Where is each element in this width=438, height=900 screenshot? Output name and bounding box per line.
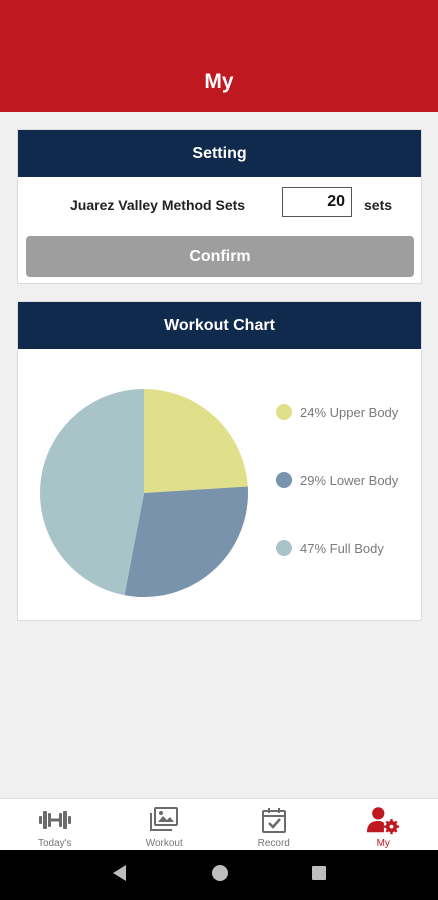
setting-header: Setting — [18, 130, 421, 177]
dumbbell-icon — [38, 805, 72, 835]
nav-label: Today's — [37, 838, 72, 849]
legend-label: 47% Full Body — [300, 540, 384, 556]
legend-item-lower-body: 29% Lower Body — [276, 468, 398, 492]
home-icon[interactable] — [211, 864, 229, 887]
nav-label: Workout — [145, 838, 183, 849]
legend-item-full-body: 47% Full Body — [276, 536, 398, 560]
nav-item-record[interactable]: Record — [219, 799, 329, 850]
confirm-button[interactable]: Confirm — [26, 236, 414, 277]
recents-icon[interactable] — [311, 865, 327, 886]
app-bar: My — [0, 0, 438, 112]
system-nav-bar — [0, 850, 438, 900]
nav-item-workout[interactable]: Workout — [110, 799, 220, 850]
sets-input[interactable] — [282, 187, 352, 217]
legend-label: 24% Upper Body — [300, 404, 399, 420]
setting-card: Setting Juarez Valley Method Sets sets C… — [17, 129, 422, 284]
nav-label: My — [376, 838, 390, 849]
pie-chart — [39, 389, 248, 597]
pie-slice-upper-body — [144, 389, 248, 493]
calendar-check-icon — [257, 805, 291, 835]
bottom-nav: Today's Workout Record My — [0, 798, 438, 850]
legend-dot — [276, 540, 292, 556]
legend-dot — [276, 404, 292, 420]
pie-slice-lower-body — [124, 486, 248, 597]
image-gallery-icon — [147, 805, 181, 835]
page-title: My — [204, 70, 234, 93]
legend-item-upper-body: 24% Upper Body — [276, 400, 398, 424]
sets-label: Juarez Valley Method Sets — [70, 197, 246, 213]
workout-chart-card: Workout Chart 24% Upper Body 29% Lower B… — [17, 301, 422, 621]
sets-row: Juarez Valley Method Sets sets — [18, 177, 421, 231]
nav-item-todays[interactable]: Today's — [0, 799, 110, 850]
legend-label: 29% Lower Body — [300, 472, 399, 488]
nav-label: Record — [257, 838, 290, 849]
user-settings-icon — [366, 805, 400, 835]
pie-slice-full-body — [39, 389, 144, 596]
back-icon[interactable] — [111, 864, 129, 887]
sets-unit: sets — [364, 197, 393, 213]
chart-legend: 24% Upper Body 29% Lower Body 47% Full B… — [276, 400, 398, 604]
workout-chart-header: Workout Chart — [18, 302, 421, 349]
legend-dot — [276, 472, 292, 488]
nav-item-my[interactable]: My — [329, 799, 438, 850]
